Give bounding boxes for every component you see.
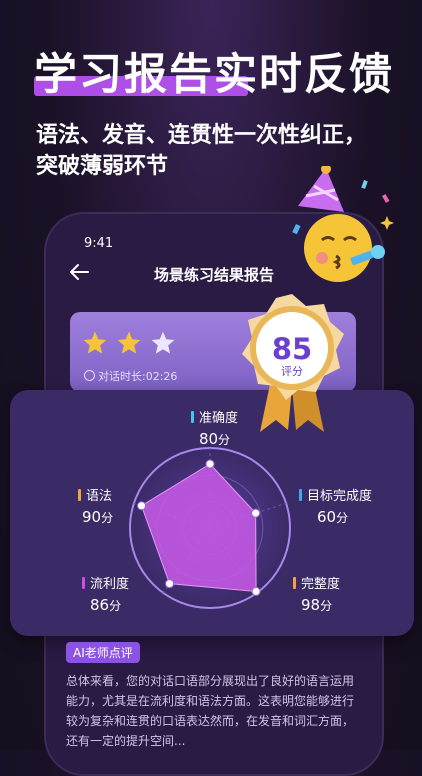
metric-name: 目标完成度 [307, 489, 373, 504]
radar-point [251, 586, 261, 596]
duration-text: 对话时长:02:26 [98, 370, 178, 383]
metric-marker [191, 410, 194, 423]
metric-unit: 分 [218, 433, 231, 447]
metric-value: 60 [317, 508, 337, 526]
metric-unit: 分 [101, 511, 114, 525]
star-icon [151, 331, 175, 354]
star-icon [117, 331, 141, 354]
metric-value: 80 [198, 430, 219, 448]
metric-value: 98 [301, 596, 321, 614]
radar-point [205, 459, 215, 469]
metric-goal-completion: 目标完成度 60分 [299, 485, 372, 526]
party-emoji-icon [292, 166, 394, 282]
duration-row: 对话时长:02:26 [84, 368, 177, 384]
radar-point [165, 579, 175, 589]
ai-review-badge: AI老师点评 [66, 642, 140, 663]
metric-grammar: 语法 90分 [78, 485, 113, 526]
metric-unit: 分 [320, 599, 333, 613]
metric-unit: 分 [336, 511, 349, 525]
metric-marker [293, 576, 296, 589]
metric-value: 90 [82, 508, 102, 526]
metric-name: 准确度 [199, 411, 239, 426]
radar-point [137, 501, 147, 511]
radar-point [251, 508, 261, 518]
metric-unit: 分 [109, 599, 122, 613]
metric-value: 86 [90, 596, 110, 614]
promo-headline-area: 学习报告实时反馈 [34, 40, 394, 100]
metric-fluency: 流利度 86分 [82, 573, 129, 614]
clock-icon [84, 370, 95, 381]
star-rating [82, 330, 176, 356]
metric-name: 语法 [86, 489, 113, 504]
metric-completeness: 完整度 98分 [293, 573, 340, 614]
ai-review-text: 总体来看，您的对话口语部分展现出了良好的语言运用能力，尤其是在流利度和语法方面。… [66, 674, 355, 748]
metric-name: 完整度 [301, 577, 341, 592]
radar-card: 准确度 80分 目标完成度 60分 完整度 98分 流利度 86分 语法 90分 [10, 390, 414, 636]
metric-marker [82, 576, 85, 589]
score-label: 评分 [281, 365, 303, 378]
metric-marker [78, 488, 81, 501]
metric-name: 流利度 [90, 577, 130, 592]
medal-badge: 85 评分 [236, 292, 348, 432]
status-time: 9:41 [84, 236, 114, 251]
star-icon [83, 331, 107, 354]
promo-headline: 学习报告实时反馈 [34, 50, 394, 100]
metric-marker [299, 488, 302, 501]
ai-review-section: AI老师点评 总体来看，您的对话口语部分展现出了良好的语言运用能力，尤其是在流利… [66, 642, 366, 751]
metric-accuracy: 准确度 80分 [191, 407, 238, 448]
score-value: 85 [271, 332, 313, 366]
